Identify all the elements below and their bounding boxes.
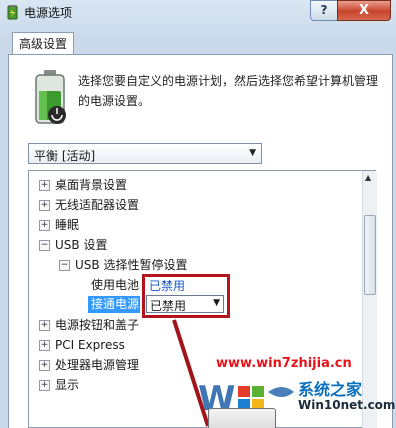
power-options-window: 电源选项 ? X 高级设置 选择您要自定义的电源计划，然后选择您希望计算机管理的… — [0, 0, 396, 428]
tree-item-label: PCI Express — [55, 338, 125, 352]
close-button[interactable]: X — [337, 0, 391, 21]
dialog-button[interactable] — [208, 408, 276, 428]
expand-icon[interactable]: + — [39, 320, 50, 331]
tree-item-label: 显示 — [55, 378, 80, 392]
tree-item-label: USB 选择性暂停设置 — [75, 258, 188, 272]
tree-scrollbar[interactable]: ▲ — [362, 171, 377, 428]
tree-item-label: 电源按钮和盖子 — [55, 318, 140, 332]
tab-advanced-settings[interactable]: 高级设置 — [12, 32, 75, 55]
help-button[interactable]: ? — [310, 0, 338, 21]
expand-icon[interactable]: + — [39, 340, 50, 351]
battery-icon — [35, 70, 66, 124]
tree-item-label: 桌面背景设置 — [55, 178, 128, 192]
watermark-brand: 系统之家 — [298, 380, 363, 399]
watermark-site: Win10net.com — [298, 398, 396, 412]
title-bar: 电源选项 ? X — [0, 0, 396, 26]
tree-item-label: 处理器电源管理 — [55, 358, 140, 372]
scrollbar-thumb[interactable] — [364, 215, 376, 295]
tree-item-on-battery[interactable]: 使用电池 — [91, 275, 139, 295]
tree-item-label: 使用电池 — [91, 278, 140, 292]
description-text: 选择您要自定义的电源计划，然后选择您希望计算机管理的电源设置。 — [78, 74, 379, 108]
expand-icon[interactable]: + — [39, 360, 50, 371]
chevron-down-icon: ▼ — [249, 148, 256, 158]
red-highlight-box — [142, 274, 230, 318]
plugged-in-label[interactable]: 接通电源 — [88, 296, 140, 313]
expand-icon[interactable]: + — [39, 200, 50, 211]
scroll-up-arrow-icon[interactable]: ▲ — [365, 173, 371, 182]
window-title: 电源选项 — [24, 6, 73, 20]
collapse-icon[interactable]: − — [59, 260, 70, 271]
watermark-url: www.win7zhijia.cn — [216, 356, 352, 371]
tree-item-label: 无线适配器设置 — [55, 198, 140, 212]
expand-icon[interactable]: + — [39, 380, 50, 391]
power-plan-dropdown[interactable]: 平衡 [活动] ▼ — [28, 143, 262, 164]
power-options-icon — [7, 5, 18, 20]
power-plan-value: 平衡 [活动] — [34, 149, 96, 163]
expand-icon[interactable]: + — [39, 220, 50, 231]
expand-icon[interactable]: + — [39, 180, 50, 191]
tree-item-label: 睡眠 — [55, 218, 80, 232]
collapse-icon[interactable]: − — [39, 240, 50, 251]
tree-item-label: USB 设置 — [55, 238, 108, 252]
